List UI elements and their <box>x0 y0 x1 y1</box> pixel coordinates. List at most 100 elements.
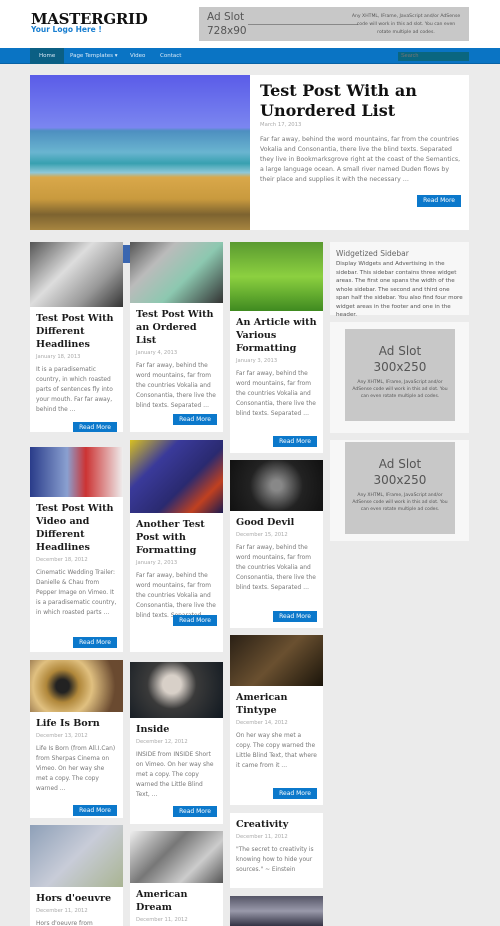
post-excerpt: Far far away, behind the word mountains,… <box>236 545 316 591</box>
post-excerpt: On her way she met a copy. The copy warn… <box>236 733 317 769</box>
read-more-button[interactable]: Read More <box>273 436 317 447</box>
post-title[interactable]: Creativity <box>230 813 323 831</box>
post-date: December 11, 2012 <box>236 834 288 840</box>
header-ad-slot[interactable]: Ad Slot 728x90 Any XHTML, IFrame, JavaScr… <box>199 7 469 41</box>
post-excerpt: Far far away, behind the word mountains,… <box>136 363 216 409</box>
post-title[interactable]: Hors d'oeuvre <box>30 887 123 905</box>
post-excerpt: Far far away, behind the word mountains,… <box>236 371 316 417</box>
site-header: MASTERGRID Your Logo Here ! Ad Slot 728x9… <box>0 0 500 48</box>
post-card: Test Post With Different Headlines Januar… <box>30 242 123 432</box>
post-card: Test Post With Video and Different Headl… <box>30 447 123 652</box>
post-card: Creativity December 11, 2012 "The secret t… <box>230 813 323 888</box>
featured-image[interactable] <box>30 75 250 263</box>
widget-text: Display Widgets and Advertising in the s… <box>336 261 463 318</box>
post-thumbnail[interactable] <box>230 460 323 511</box>
post-date: December 15, 2012 <box>236 532 288 538</box>
sidebar-ad-widget: Ad Slot 300x250 Any XHTML, IFrame, JavaSc… <box>330 440 469 541</box>
featured-excerpt: Far far away, behind the word mountains,… <box>260 136 461 183</box>
read-more-button[interactable]: Read More <box>73 422 117 432</box>
read-more-button[interactable]: Read More <box>417 195 461 207</box>
post-excerpt: Life Is Born (from All.I.Can) from Sherp… <box>36 746 116 792</box>
post-card: Inside December 12, 2012 INSIDE from INSID… <box>130 662 223 824</box>
post-date: January 2, 2013 <box>136 560 178 566</box>
nav-page-templates[interactable]: Page Templates ▾ <box>61 48 127 64</box>
sidebar-ad-slot[interactable]: Ad Slot 300x250 Any XHTML, IFrame, JavaSc… <box>345 329 455 421</box>
ad-title: Ad Slot <box>207 11 245 23</box>
post-excerpt: Hors d'oeuvre from MONICA <box>36 921 93 926</box>
post-card: Hors d'oeuvre December 11, 2012 Hors d'oeu… <box>30 825 123 926</box>
post-date: December 13, 2012 <box>36 733 88 739</box>
post-title[interactable]: Inside <box>130 718 223 736</box>
post-thumbnail[interactable] <box>230 242 323 311</box>
post-thumbnail[interactable] <box>30 447 123 497</box>
read-more-button[interactable]: Read More <box>73 805 117 816</box>
post-card: Life Is Born December 13, 2012 Life Is Bor… <box>30 660 123 818</box>
post-excerpt: Cinematic Wedding Trailer: Danielle & Ch… <box>36 570 117 616</box>
post-thumbnail[interactable] <box>130 242 223 303</box>
post-date: January 3, 2013 <box>236 358 278 364</box>
post-title[interactable]: Test Post With an Ordered List <box>130 303 223 347</box>
widget-title: Widgetized Sidebar <box>336 249 409 258</box>
post-title[interactable]: An Article with Various Formatting <box>230 311 323 355</box>
post-excerpt: "The secret to creativity is knowing how… <box>236 847 314 873</box>
featured-title[interactable]: Test Post With an Unordered List <box>260 81 469 121</box>
read-more-button[interactable]: Read More <box>73 637 117 648</box>
post-card: Another Test Post with Formatting January… <box>130 440 223 652</box>
post-title[interactable]: Test Post With Different Headlines <box>30 307 123 351</box>
ad-text: Any XHTML, IFrame, JavaScript and/or AdS… <box>352 493 448 512</box>
ad-size: 728x90 <box>207 25 247 37</box>
read-more-button[interactable]: Read More <box>173 806 217 817</box>
featured-date: March 17, 2013 <box>260 122 302 128</box>
post-date: January 4, 2013 <box>136 350 178 356</box>
post-thumbnail[interactable] <box>130 831 223 883</box>
post-date: December 18, 2012 <box>36 557 88 563</box>
post-excerpt: Far far away, behind the word mountains,… <box>136 573 216 619</box>
post-thumbnail[interactable] <box>230 896 323 926</box>
post-title[interactable]: American Tintype <box>230 686 323 717</box>
post-thumbnail[interactable] <box>30 242 123 307</box>
sidebar-ad-widget: Ad Slot 300x250 Any XHTML, IFrame, JavaSc… <box>330 322 469 433</box>
post-thumbnail[interactable] <box>230 635 323 686</box>
post-title[interactable]: Test Post With Video and Different Headl… <box>30 497 123 554</box>
post-thumbnail[interactable] <box>30 660 123 712</box>
ad-divider <box>248 24 358 25</box>
post-date: January 18, 2013 <box>36 354 81 360</box>
ad-text: Any XHTML, IFrame, JavaScript and/or AdS… <box>352 380 448 399</box>
sidebar-ad-slot[interactable]: Ad Slot 300x250 Any XHTML, IFrame, JavaSc… <box>345 442 455 534</box>
ad-title: Ad Slot <box>378 457 422 471</box>
post-card: An Article with Various Formatting Januar… <box>230 242 323 453</box>
read-more-button[interactable]: Read More <box>173 414 217 425</box>
ad-size: 300x250 <box>373 360 427 374</box>
post-title[interactable]: American Dream <box>130 883 223 914</box>
post-thumbnail[interactable] <box>130 662 223 718</box>
post-title[interactable]: Another Test Post with Formatting <box>130 513 223 557</box>
post-date: December 12, 2012 <box>136 739 188 745</box>
post-card: American DreamDecember 11, 2012American … <box>130 831 223 926</box>
post-date: December 14, 2012 <box>236 720 288 726</box>
post-title[interactable]: Good Devil <box>230 511 323 529</box>
post-excerpt: INSIDE from INSIDE Short on Vimeo. On he… <box>136 752 214 798</box>
site-tagline: Your Logo Here ! <box>31 25 102 34</box>
post-card <box>230 896 323 926</box>
nav-contact[interactable]: Contact <box>151 48 190 64</box>
search-input[interactable] <box>398 52 469 61</box>
post-thumbnail[interactable] <box>130 440 223 513</box>
post-card: American Tintype December 14, 2012 On her … <box>230 635 323 805</box>
post-excerpt: It is a paradisematic country, in which … <box>36 367 113 413</box>
post-date: December 11, 2012 <box>36 908 88 914</box>
nav-home[interactable]: Home <box>30 48 65 64</box>
ad-text: Any XHTML, IFrame, JavaScript and/or AdS… <box>351 14 461 35</box>
ad-size: 300x250 <box>373 473 427 487</box>
read-more-button[interactable]: Read More <box>273 788 317 799</box>
post-date: December 11, 2012 <box>136 917 188 923</box>
nav-video[interactable]: Video <box>121 48 154 64</box>
ad-title: Ad Slot <box>378 344 422 358</box>
sidebar-text-widget: Widgetized Sidebar Display Widgets and A… <box>330 242 469 318</box>
featured-post: Test Post With an Unordered List March 1… <box>250 75 469 230</box>
post-title[interactable]: Life Is Born <box>30 712 123 730</box>
main-nav: Home Page Templates ▾ Video Contact <box>0 48 500 64</box>
post-thumbnail[interactable] <box>30 825 123 887</box>
read-more-button[interactable]: Read More <box>273 611 317 622</box>
read-more-button[interactable]: Read More <box>173 615 217 626</box>
post-card: Good Devil December 15, 2012 Far far away,… <box>230 460 323 628</box>
